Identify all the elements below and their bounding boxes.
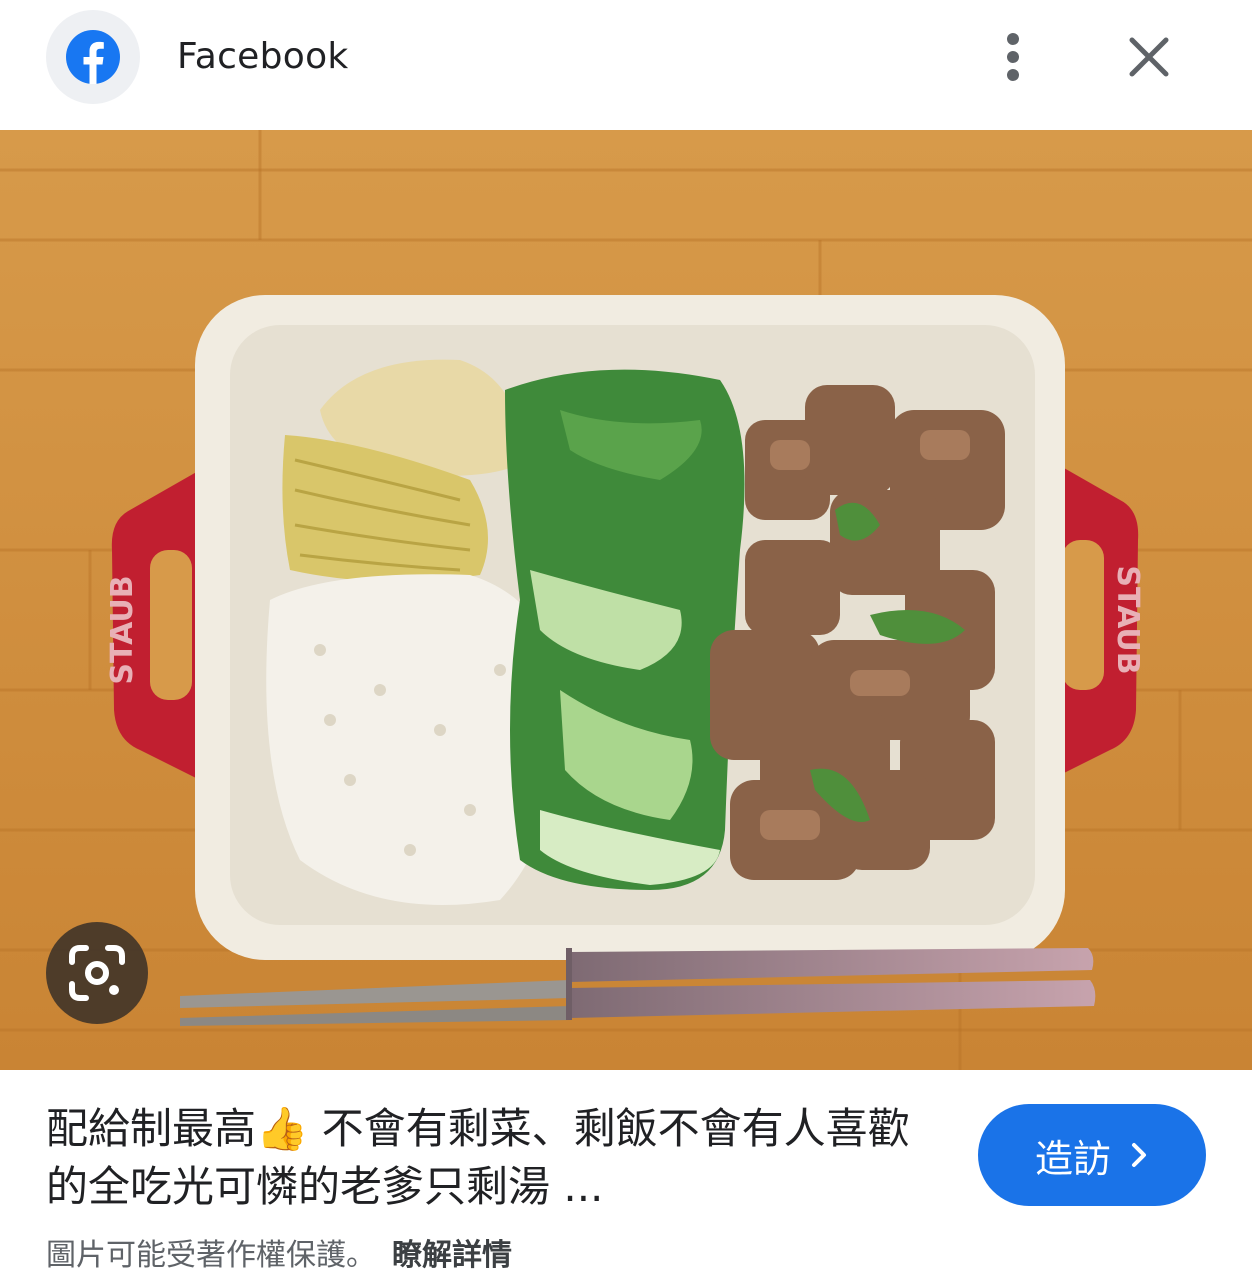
facebook-logo-icon xyxy=(66,30,120,84)
chevron-right-icon xyxy=(1132,1143,1146,1167)
visit-button-label: 造訪 xyxy=(1034,1136,1111,1181)
dish-brand-left: STAUB xyxy=(105,575,140,684)
more-vert-icon[interactable] xyxy=(990,30,1036,86)
dish-brand-right: STAUB xyxy=(1110,565,1145,674)
visit-button[interactable]: 造訪 xyxy=(978,1104,1206,1206)
copyright-notice: 圖片可能受著作權保護。 瞭解詳情 xyxy=(46,1230,512,1274)
site-name[interactable]: Facebook xyxy=(177,36,349,77)
google-lens-button[interactable] xyxy=(46,922,148,1024)
google-lens-icon xyxy=(69,945,125,1001)
copyright-text: 圖片可能受著作權保護。 xyxy=(46,1238,376,1273)
viewer-header: Facebook xyxy=(0,0,1252,130)
learn-more-link[interactable]: 瞭解詳情 xyxy=(392,1238,512,1273)
close-icon[interactable] xyxy=(1124,32,1174,82)
result-title[interactable]: 配給制最高👍 不會有剩菜、剩飯不會有人喜歡的全吃光可憐的老爹只剩湯 ... xyxy=(46,1100,926,1216)
site-favicon[interactable] xyxy=(46,10,140,104)
result-image[interactable]: STAUB STAUB xyxy=(0,130,1252,1070)
